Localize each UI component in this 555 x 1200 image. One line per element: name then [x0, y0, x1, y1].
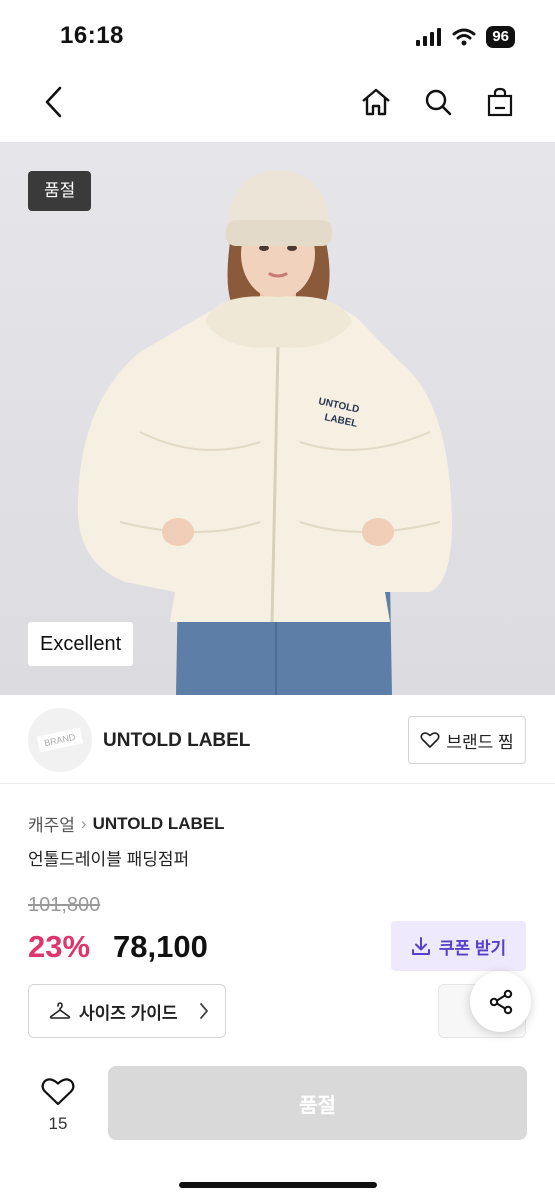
wishlist-button[interactable]: 15	[36, 1077, 80, 1134]
home-icon	[362, 88, 390, 116]
breadcrumb-category[interactable]: 캐주얼	[28, 811, 75, 836]
chevron-right-icon	[200, 1003, 208, 1019]
share-icon	[489, 989, 512, 1014]
bottom-action-bar: 15 품절	[0, 1055, 555, 1200]
breadcrumb-separator: ›	[80, 813, 87, 833]
search-icon	[425, 89, 452, 116]
product-title: 언톨드레이블 패딩점퍼	[28, 850, 190, 869]
cart-button[interactable]	[478, 80, 522, 124]
search-button[interactable]	[416, 80, 460, 124]
hanger-icon	[49, 1002, 71, 1019]
home-indicator	[179, 1182, 377, 1188]
signal-icon	[416, 28, 442, 46]
size-guide-label: 사이즈 가이드	[79, 1003, 178, 1023]
buy-button[interactable]: 품절	[108, 1066, 527, 1140]
nav-bar	[0, 70, 555, 142]
status-icons: 96	[416, 26, 515, 48]
share-button[interactable]	[470, 971, 531, 1032]
heart-icon	[41, 1078, 75, 1106]
coupon-button[interactable]: 쿠폰 받기	[391, 921, 526, 971]
original-price: 101,800	[28, 894, 101, 916]
back-button[interactable]	[32, 80, 76, 124]
back-arrow-icon	[45, 86, 62, 118]
brand-logo-text: BRAND	[37, 727, 83, 753]
battery-indicator: 96	[486, 26, 515, 48]
discount-rate: 23%	[28, 929, 91, 964]
size-guide-button[interactable]: 사이즈 가이드	[28, 984, 226, 1038]
status-bar: 16:18 96	[0, 0, 555, 70]
product-image[interactable]: UNTOLD LABEL 품절 Excellent	[0, 142, 555, 695]
heart-outline-icon	[420, 732, 440, 748]
brand-row: BRAND UNTOLD LABEL 브랜드 찜	[0, 700, 555, 784]
condition-grade-badge: Excellent	[28, 622, 134, 666]
brand-like-label: 브랜드 찜	[446, 732, 514, 752]
coupon-label: 쿠폰 받기	[438, 938, 507, 958]
soldout-tag: 품절	[28, 171, 92, 211]
sale-price: 78,100	[113, 929, 208, 964]
brand-like-button[interactable]: 브랜드 찜	[408, 716, 526, 764]
wishlist-count: 15	[48, 1114, 68, 1133]
product-photo: UNTOLD LABEL	[77, 170, 452, 695]
breadcrumb: 캐주얼 › UNTOLD LABEL	[28, 811, 225, 836]
status-time: 16:18	[60, 22, 124, 49]
wifi-icon	[452, 28, 476, 46]
brand-name[interactable]: UNTOLD LABEL	[103, 730, 250, 752]
shopping-bag-icon	[487, 87, 513, 117]
breadcrumb-brand[interactable]: UNTOLD LABEL	[93, 814, 225, 834]
download-icon	[411, 937, 430, 955]
home-button[interactable]	[354, 80, 398, 124]
brand-logo[interactable]: BRAND	[28, 708, 92, 772]
